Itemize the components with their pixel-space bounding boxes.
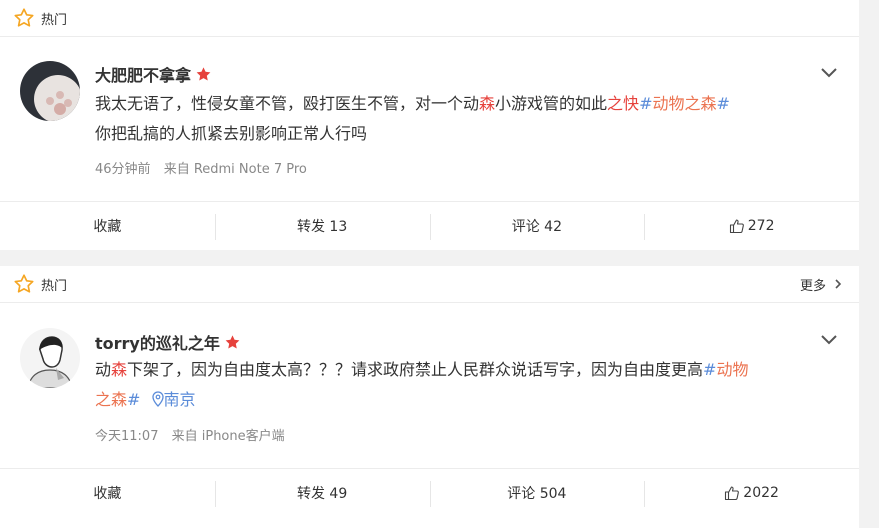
location-pin-icon [151, 391, 164, 407]
content-line-2: 你把乱搞的人抓紧去别影响正常人行吗 [95, 124, 368, 143]
more-label: 更多 [799, 278, 826, 294]
content-segment: 森 [111, 360, 128, 379]
post-content: 我太无语了，性侵女童不管，殴打医生不管，对一个动森小游戏管的如此之快#动物之森#… [95, 89, 815, 149]
chevron-down-icon[interactable] [819, 66, 839, 80]
comment-button[interactable]: 评论 504 [429, 469, 645, 517]
username[interactable]: torry的巡礼之年 [95, 330, 241, 354]
post-time[interactable]: 今天11:07 [95, 429, 158, 444]
topic-link[interactable]: #动物之森# [639, 94, 730, 113]
post-content: 动森下架了，因为自由度太高？？？请求政府禁止人民群众说话写字，因为自由度更高#动… [95, 355, 815, 415]
post-time[interactable]: 46分钟前 [95, 162, 151, 177]
content-segment: 我太无语了，性侵女童不管，殴打医生不管，对一个动 [95, 94, 480, 113]
topic-text: 动物之森 [652, 94, 717, 113]
hot-header: 热门 [0, 0, 859, 37]
like-count: 2022 [743, 485, 779, 501]
location-link[interactable]: 南京 [151, 390, 196, 409]
repost-label: 转发 49 [296, 486, 348, 502]
topic-link-cont[interactable]: 之森# [95, 390, 140, 409]
topic-hash: # [639, 94, 653, 113]
content-segment: 下架了，因为自由度太高？？？请求政府禁止人民群众说话写字，因为自由度更高 [127, 360, 704, 379]
action-bar: 收藏 转发 49 评论 504 2022 [0, 468, 859, 517]
location-text: 南京 [163, 390, 196, 409]
repost-label: 转发 13 [296, 219, 348, 235]
hot-star-icon [14, 8, 34, 27]
repost-button[interactable]: 转发 49 [214, 469, 430, 517]
thumbs-up-icon [729, 219, 744, 234]
chevron-right-icon [835, 279, 842, 289]
content-segments: 动森下架了，因为自由度太高？？？请求政府禁止人民群众说话写字，因为自由度更高 [95, 360, 703, 379]
avatar[interactable] [20, 328, 80, 388]
like-count: 272 [747, 218, 775, 234]
topic-link[interactable]: #动物 [703, 360, 748, 379]
like-button[interactable]: 2022 [644, 469, 859, 517]
topic-text: 之 [95, 390, 112, 409]
topic-text: 动物 [716, 360, 749, 379]
hot-label: 热门 [41, 278, 68, 294]
content-line-1: 动森下架了，因为自由度太高？？？请求政府禁止人民群众说话写字，因为自由度更高#动… [95, 355, 815, 385]
content-segment: 动 [95, 360, 112, 379]
favorite-button[interactable]: 收藏 [0, 202, 215, 250]
post-meta: 今天11:07 来自 iPhone客户端 [95, 425, 285, 444]
hot-header: 热门 更多 [0, 266, 859, 303]
favorite-button[interactable]: 收藏 [0, 469, 215, 517]
content-segment: 之快 [607, 94, 640, 113]
topic-hash: # [703, 360, 717, 379]
content-line-1: 我太无语了，性侵女童不管，殴打医生不管，对一个动森小游戏管的如此之快#动物之森# [95, 89, 815, 119]
post-meta: 46分钟前 来自 Redmi Note 7 Pro [95, 158, 307, 177]
username-text[interactable]: 大肥肥不拿拿 [95, 62, 191, 86]
avatar[interactable] [20, 61, 80, 121]
content-line-2: 之森# 南京 [95, 385, 815, 415]
topic-hash: # [127, 390, 141, 409]
favorite-label: 收藏 [93, 219, 122, 235]
action-bar: 收藏 转发 13 评论 42 272 [0, 201, 859, 250]
username[interactable]: 大肥肥不拿拿 [95, 62, 212, 86]
vip-badge-icon [225, 334, 240, 349]
like-button[interactable]: 272 [644, 202, 859, 250]
vip-badge-icon [196, 66, 211, 81]
post-card-1: 热门 大肥肥不拿拿 我太无语了，性侵女童不管，殴打医生不管，对一个动森小游戏管的… [0, 0, 859, 250]
more-link[interactable]: 更多 [800, 266, 843, 302]
comment-label: 评论 504 [507, 486, 567, 502]
favorite-label: 收藏 [93, 486, 122, 502]
topic-text: 森 [111, 390, 128, 409]
hot-star-icon [14, 274, 34, 293]
topic-hash: # [716, 94, 730, 113]
chevron-down-icon[interactable] [819, 333, 839, 347]
hot-label: 热门 [41, 12, 68, 28]
repost-button[interactable]: 转发 13 [214, 202, 430, 250]
post-source: 来自 Redmi Note 7 Pro [163, 162, 307, 177]
username-text[interactable]: torry的巡礼之年 [95, 330, 220, 354]
avatar-image [20, 328, 80, 388]
content-segments: 我太无语了，性侵女童不管，殴打医生不管，对一个动森小游戏管的如此之快 [95, 94, 639, 113]
thumbs-up-icon [725, 486, 740, 501]
comment-label: 评论 42 [511, 219, 562, 235]
post-source: 来自 iPhone客户端 [171, 429, 285, 444]
post-card-2: 热门 更多 torry的巡礼之年 动森下架了，因为自由度太高？？？请求政府禁止人… [0, 266, 859, 528]
content-segment: 森 [479, 94, 496, 113]
avatar-image [20, 61, 80, 121]
comment-button[interactable]: 评论 42 [429, 202, 645, 250]
content-segment: 小游戏管的如此 [495, 94, 608, 113]
